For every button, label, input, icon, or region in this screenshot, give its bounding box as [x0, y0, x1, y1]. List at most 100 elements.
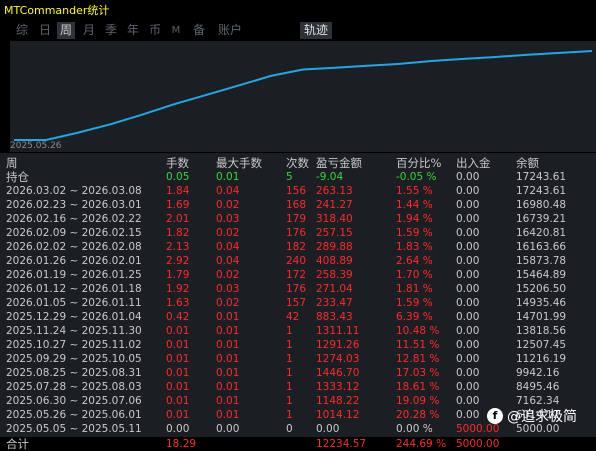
tab-currency[interactable]: 币 — [146, 22, 164, 39]
row-flow: 0.00 — [456, 367, 480, 379]
row-max-lots: 0.01 — [216, 339, 240, 351]
table-row: 2025.07.28 ~ 2025.08.03 0.01 0.01 1 1333.12 1… — [0, 380, 596, 394]
row-count: 1 — [286, 353, 293, 365]
row-lots: 1.63 — [166, 297, 190, 309]
equity-curve-svg — [14, 50, 593, 141]
row-week: 2025.12.29 ~ 2026.01.04 — [6, 311, 142, 323]
tab-account[interactable]: 账户 — [215, 22, 245, 39]
row-lots: 2.01 — [166, 213, 190, 225]
row-flow: 0.00 — [456, 227, 480, 239]
row-count: 157 — [286, 297, 307, 309]
table-row: 2026.02.16 ~ 2026.02.22 2.01 0.03 179 318.40… — [0, 212, 596, 226]
row-pct: 12.81 % — [396, 353, 440, 365]
holding-count: 5 — [286, 171, 293, 183]
equity-curve-line — [14, 50, 593, 141]
row-count: 1 — [286, 395, 293, 407]
row-pnl: 257.15 — [316, 227, 353, 239]
col-flow: 出入金 — [456, 156, 491, 170]
tab-quarter[interactable]: 季 — [102, 22, 120, 39]
row-week: 2025.09.29 ~ 2025.10.05 — [6, 353, 142, 365]
chart-start-date: 2025.05.26 — [10, 141, 62, 151]
row-count: 179 — [286, 213, 307, 225]
row-max-lots: 0.04 — [216, 185, 240, 197]
row-count: 156 — [286, 185, 307, 197]
row-pnl: 233.47 — [316, 297, 353, 309]
holding-pnl: -9.04 — [316, 171, 344, 183]
row-flow: 0.00 — [456, 199, 480, 211]
row-lots: 1.92 — [166, 283, 190, 295]
watermark: f @追求极简 — [487, 405, 577, 427]
row-count: 240 — [286, 255, 307, 267]
row-balance: 16739.21 — [516, 213, 567, 225]
row-flow: 0.00 — [456, 325, 480, 337]
col-pct: 百分比% — [396, 156, 442, 170]
row-count: 1 — [286, 381, 293, 393]
table-row: 2026.01.05 ~ 2026.01.11 1.63 0.02 157 233.47… — [0, 296, 596, 310]
table-row: 2025.12.29 ~ 2026.01.04 0.42 0.01 42 883.43 6… — [0, 310, 596, 324]
row-week: 2026.02.09 ~ 2026.02.15 — [6, 227, 142, 239]
row-balance: 15464.89 — [516, 269, 567, 281]
row-pnl: 1148.22 — [316, 395, 360, 407]
row-balance: 16163.66 — [516, 241, 567, 253]
period-tabs: 综 日 周 月 季 年 币 M 备 账户 轨迹 — [0, 20, 596, 41]
row-pnl: 241.27 — [316, 199, 353, 211]
table-row: 2026.02.23 ~ 2026.03.01 1.69 0.02 168 241.27… — [0, 198, 596, 212]
row-balance: 9942.16 — [516, 367, 560, 379]
tab-year[interactable]: 年 — [124, 22, 142, 39]
table-row: 2026.01.26 ~ 2026.02.01 2.92 0.04 240 408.89… — [0, 254, 596, 268]
tab-note[interactable]: 备 — [190, 22, 208, 39]
row-pct: 19.09 % — [396, 395, 440, 407]
row-pnl: 1333.12 — [316, 381, 360, 393]
row-count: 1 — [286, 367, 293, 379]
summary-pnl: 12234.57 — [316, 438, 367, 450]
row-pct: 1.59 % — [396, 227, 433, 239]
row-max-lots: 0.02 — [216, 227, 240, 239]
row-count: 1 — [286, 325, 293, 337]
table-row: 2025.09.29 ~ 2025.10.05 0.01 0.01 1 1274.03 1… — [0, 352, 596, 366]
row-week: 2026.02.23 ~ 2026.03.01 — [6, 199, 142, 211]
row-lots: 0.01 — [166, 395, 190, 407]
row-max-lots: 0.01 — [216, 409, 240, 421]
row-week: 2026.01.19 ~ 2026.01.25 — [6, 269, 142, 281]
row-pnl: 1274.03 — [316, 353, 360, 365]
row-count: 42 — [286, 311, 300, 323]
table-row: 2026.02.02 ~ 2026.02.08 2.13 0.04 182 289.88… — [0, 240, 596, 254]
row-pct: 6.39 % — [396, 311, 433, 323]
row-count: 168 — [286, 199, 307, 211]
row-max-lots: 0.02 — [216, 269, 240, 281]
row-pct: 11.51 % — [396, 339, 440, 351]
row-flow: 0.00 — [456, 255, 480, 267]
row-flow: 0.00 — [456, 213, 480, 225]
holding-pct: -0.05 % — [396, 171, 437, 183]
row-pnl: 263.13 — [316, 185, 353, 197]
tab-month[interactable]: 月 — [80, 22, 98, 39]
toutiao-logo-icon: f — [487, 408, 503, 424]
row-pnl: 1446.70 — [316, 367, 360, 379]
row-pnl: 1311.11 — [316, 325, 360, 337]
tab-magic[interactable]: M — [168, 22, 184, 39]
row-max-lots: 0.04 — [216, 241, 240, 253]
tab-summary[interactable]: 综 — [13, 22, 31, 39]
row-count: 176 — [286, 283, 307, 295]
row-pnl: 289.88 — [316, 241, 353, 253]
row-lots: 2.92 — [166, 255, 190, 267]
row-balance: 16420.81 — [516, 227, 567, 239]
row-pnl: 883.43 — [316, 311, 353, 323]
col-pnl: 盈亏金额 — [316, 156, 362, 170]
row-count: 0 — [286, 423, 293, 435]
tab-track[interactable]: 轨迹 — [300, 22, 332, 39]
row-max-lots: 0.01 — [216, 353, 240, 365]
row-week: 2025.05.05 ~ 2025.05.11 — [6, 423, 142, 435]
row-lots: 0.01 — [166, 381, 190, 393]
col-week: 周 — [6, 156, 18, 170]
tab-day[interactable]: 日 — [36, 22, 54, 39]
tab-week[interactable]: 周 — [57, 22, 75, 39]
row-lots: 1.79 — [166, 269, 190, 281]
row-lots: 2.13 — [166, 241, 190, 253]
row-week: 2026.01.05 ~ 2026.01.11 — [6, 297, 142, 309]
row-pct: 1.83 % — [396, 241, 433, 253]
row-max-lots: 0.01 — [216, 381, 240, 393]
row-lots: 0.00 — [166, 423, 190, 435]
row-week: 2026.02.16 ~ 2026.02.22 — [6, 213, 142, 225]
table-row: 2026.01.12 ~ 2026.01.18 1.92 0.03 176 271.04… — [0, 282, 596, 296]
